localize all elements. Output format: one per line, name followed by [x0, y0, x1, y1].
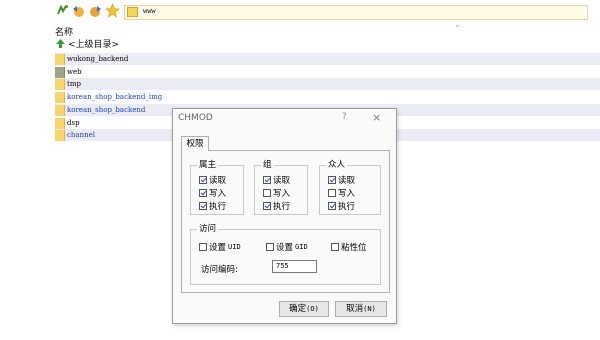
group-group: 组 读取 写入 执行 [254, 160, 308, 215]
forward-icon[interactable] [88, 3, 103, 18]
checkbox-box [263, 188, 271, 197]
folder-icon [55, 79, 65, 91]
cancel-button[interactable]: 取消(N) [335, 301, 387, 317]
list-item-name: tmp [67, 80, 81, 89]
owner-group-label: 属主 [197, 160, 219, 171]
access-code-label: 访问编码: [201, 265, 238, 275]
list-item-name: dsp [67, 118, 80, 127]
setgid-code: GID [295, 242, 308, 251]
group-read-checkbox[interactable]: 读取 [263, 174, 291, 186]
setuid-box [199, 242, 207, 251]
access-code-input[interactable]: 755 [272, 260, 317, 273]
group-exec-label: 执行 [273, 201, 291, 212]
checkbox-box [328, 175, 336, 184]
dialog-title: CHMOD [178, 113, 213, 123]
access-group-label: 访问 [197, 224, 219, 235]
help-button[interactable]: ? [342, 112, 347, 122]
group-exec-checkbox[interactable]: 执行 [263, 200, 291, 212]
cancel-shortcut: (N) [363, 305, 376, 313]
setuid-checkbox[interactable]: 设置 UID [199, 241, 241, 253]
cancel-label: 取消 [346, 304, 364, 314]
setgid-checkbox[interactable]: 设置 GID [266, 241, 308, 253]
public-write-label: 写入 [338, 188, 356, 199]
owner-read-label: 读取 [209, 175, 227, 186]
owner-write-checkbox[interactable]: 写入 [199, 187, 227, 199]
folder-icon [55, 130, 65, 142]
setgid-box [266, 242, 274, 251]
checkbox-box [199, 188, 207, 197]
folder-icon [55, 117, 65, 129]
public-group-label: 众人 [326, 160, 348, 171]
sticky-box [331, 242, 339, 251]
ok-button[interactable]: 确定(O) [279, 301, 329, 317]
owner-write-label: 写入 [209, 188, 227, 199]
ok-label: 确定 [289, 304, 307, 314]
list-item-name: korean_shop_backend [67, 105, 146, 114]
sticky-checkbox[interactable]: 粘性位 [331, 241, 367, 253]
setuid-label: 设置 [209, 242, 227, 253]
refresh-icon[interactable] [55, 3, 70, 18]
folder-icon [55, 104, 65, 116]
list-item-name: wukong_backend [67, 55, 129, 63]
list-item[interactable]: korean_shop_backend_img [55, 91, 600, 104]
group-write-label: 写入 [273, 188, 291, 199]
group-write-checkbox[interactable]: 写入 [263, 187, 291, 199]
list-item-name: web [67, 67, 82, 76]
public-write-checkbox[interactable]: 写入 [328, 187, 356, 199]
group-read-label: 读取 [273, 175, 291, 186]
favorite-star-icon[interactable] [105, 3, 120, 18]
list-item[interactable]: web [55, 66, 600, 78]
list-item-name: korean_shop_backend_img [67, 93, 163, 102]
parent-directory-item[interactable]: <上级目录> [55, 37, 120, 50]
chevron-down-icon[interactable]: ⌄ [454, 20, 464, 29]
list-item[interactable]: tmp [55, 78, 600, 91]
list-item[interactable]: wukong_backend [55, 53, 600, 65]
sticky-label: 粘性位 [341, 242, 367, 253]
owner-group: 属主 读取 写入 执行 [190, 160, 244, 215]
parent-directory-label: <上级目录> [68, 39, 120, 50]
group-group-label: 组 [261, 160, 274, 171]
ok-shortcut: (O) [306, 305, 319, 313]
public-group: 众人 读取 写入 执行 [319, 160, 381, 215]
tab-permissions[interactable]: 权限 [181, 136, 209, 151]
folder-icon [55, 54, 65, 65]
checkbox-box [199, 175, 207, 184]
public-read-label: 读取 [338, 175, 356, 186]
permissions-panel: 属主 读取 写入 执行 组 读取 写入 执行 众人 读取 写入 执行 访问 设置… [181, 150, 390, 293]
owner-exec-label: 执行 [209, 201, 227, 212]
public-exec-checkbox[interactable]: 执行 [328, 200, 356, 212]
toolbar: www ⌄ [0, 0, 600, 29]
folder-icon [55, 92, 65, 104]
owner-read-checkbox[interactable]: 读取 [199, 174, 227, 186]
back-home-icon[interactable] [71, 3, 86, 18]
chmod-dialog: CHMOD ? × 权限 属主 读取 写入 执行 组 读取 写入 执行 众人 读… [172, 108, 397, 324]
folder-grey-icon [55, 66, 65, 78]
list-item-name: channel [67, 131, 95, 140]
checkbox-box [263, 175, 271, 184]
up-arrow-icon [56, 38, 65, 48]
setgid-label: 设置 [276, 242, 294, 253]
close-button[interactable]: × [372, 111, 381, 124]
setuid-code: UID [228, 242, 241, 251]
public-read-checkbox[interactable]: 读取 [328, 174, 356, 186]
access-group: 访问 设置 UID 设置 GID 粘性位 访问编码: 755 [190, 224, 381, 285]
public-exec-label: 执行 [338, 201, 356, 212]
path-value: www [143, 7, 156, 15]
folder-icon [127, 7, 138, 17]
checkbox-box [199, 201, 207, 210]
owner-exec-checkbox[interactable]: 执行 [199, 200, 227, 212]
checkbox-box [328, 188, 336, 197]
checkbox-box [263, 201, 271, 210]
checkbox-box [328, 201, 336, 210]
path-input[interactable]: www [124, 5, 588, 20]
